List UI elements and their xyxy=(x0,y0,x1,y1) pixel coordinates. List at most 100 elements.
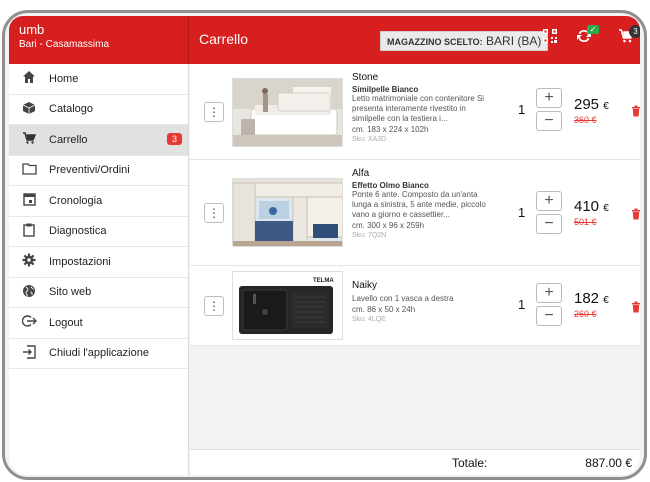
top-bar: Carrello MAGAZZINO SCELTO: BARI (BA) ✓ 3 xyxy=(189,16,640,64)
sidebar-item-chiudi[interactable]: Chiudi l'applicazione xyxy=(9,339,188,369)
product-image-wardrobe xyxy=(232,178,343,247)
quantity-increase-button[interactable]: + xyxy=(536,191,562,211)
sidebar-item-sito-web[interactable]: Sito web xyxy=(9,278,188,308)
sidebar-item-diagnostica[interactable]: Diagnostica xyxy=(9,217,188,247)
quantity-value: 1 xyxy=(518,205,526,220)
sidebar-item-carrello[interactable]: Carrello 3 xyxy=(9,125,188,156)
item-price: 410 € 501 € xyxy=(574,198,620,227)
gear-icon xyxy=(9,253,49,270)
sidebar-item-label: Diagnostica xyxy=(49,225,107,238)
product-dimensions: cm. 300 x 96 x 259h xyxy=(352,221,425,230)
globe-icon xyxy=(9,284,49,301)
price-currency: € xyxy=(603,101,609,112)
quantity-value: 1 xyxy=(518,297,526,312)
product-description: Lavello con 1 vasca a destra xyxy=(352,294,454,303)
sidebar-item-label: Preventivi/Ordini xyxy=(49,164,130,177)
quantity-increase-button[interactable]: + xyxy=(536,283,562,303)
product-dimensions: cm. 86 x 50 x 24h xyxy=(352,305,416,314)
product-description: Ponte 6 ante. Composto da un'anta lunga … xyxy=(352,190,486,219)
page-title: Carrello xyxy=(199,31,249,47)
total-value: 887.00 € xyxy=(585,456,632,470)
sidebar: Home Catalogo Carrello 3 Preventivi/Ordi… xyxy=(9,64,189,475)
trash-icon[interactable] xyxy=(631,104,640,117)
product-image-sink: TELMA xyxy=(232,271,343,340)
sidebar-item-label: Logout xyxy=(49,316,83,329)
app-screen: umb Bari - Casamassima Carrello MAGAZZIN… xyxy=(9,16,640,475)
cube-icon xyxy=(9,101,49,118)
tablet-frame: umb Bari - Casamassima Carrello MAGAZZIN… xyxy=(2,10,647,480)
sidebar-item-cronologia[interactable]: Cronologia xyxy=(9,186,188,217)
cart-panel: ⋮ Stone Similpelle Bianco Letto matrimon… xyxy=(190,64,640,449)
total-label: Totale: xyxy=(452,456,488,470)
item-menu-button[interactable]: ⋮ xyxy=(204,102,224,122)
product-name: Stone xyxy=(352,72,379,83)
product-description: Letto matrimoniale con contenitore Si pr… xyxy=(352,94,485,123)
old-price: 360 € xyxy=(574,115,597,125)
sidebar-item-label: Cronologia xyxy=(49,194,103,207)
product-image-bed xyxy=(232,78,343,147)
user-header: umb Bari - Casamassima xyxy=(9,16,189,64)
sidebar-item-label: Chiudi l'applicazione xyxy=(49,347,149,360)
product-info: Alfa Effetto Olmo Bianco Ponte 6 ante. C… xyxy=(352,168,492,239)
cart-icon xyxy=(9,131,49,148)
cart-count-badge: 3 xyxy=(166,133,182,145)
qr-code-icon[interactable] xyxy=(539,28,561,50)
cart-item-alfa: ⋮ Alfa Effetto Olmo Bianco Ponte 6 ante.… xyxy=(190,160,640,266)
sidebar-item-home[interactable]: Home xyxy=(9,64,188,95)
item-price: 295 € 360 € xyxy=(574,96,620,125)
product-finish: Effetto Olmo Bianco xyxy=(352,181,429,190)
quantity-value: 1 xyxy=(518,102,526,117)
sidebar-item-impostazioni[interactable]: Impostazioni xyxy=(9,247,188,278)
cart-total-bar: Totale: 887.00 € xyxy=(190,449,640,475)
quantity-decrease-button[interactable]: − xyxy=(536,306,562,326)
current-price: 295 € xyxy=(574,96,620,113)
quantity-decrease-button[interactable]: − xyxy=(536,214,562,234)
quantity-stepper: + − xyxy=(536,88,562,134)
cart-count-badge: 3 xyxy=(629,25,640,38)
sidebar-item-label: Catalogo xyxy=(49,103,94,116)
quantity-stepper: + − xyxy=(536,191,562,237)
cart-list: ⋮ Stone Similpelle Bianco Letto matrimon… xyxy=(190,64,640,346)
product-sku: Sku: 4LQE xyxy=(352,316,386,323)
current-price: 410 € xyxy=(574,198,620,215)
clipboard-icon xyxy=(9,223,49,240)
old-price: 501 € xyxy=(574,217,597,227)
user-name: umb xyxy=(19,22,45,37)
product-info: Naiky Lavello con 1 vasca a destra cm. 8… xyxy=(352,280,492,323)
exit-icon xyxy=(9,345,49,362)
product-sku: Sku: XA3D xyxy=(352,136,387,143)
quantity-increase-button[interactable]: + xyxy=(536,88,562,108)
calendar-icon xyxy=(9,192,49,209)
item-menu-button[interactable]: ⋮ xyxy=(204,296,224,316)
quantity-decrease-button[interactable]: − xyxy=(536,111,562,131)
price-amount: 410 xyxy=(574,198,600,215)
sidebar-item-label: Impostazioni xyxy=(49,255,111,268)
trash-icon[interactable] xyxy=(631,300,640,313)
price-amount: 295 xyxy=(574,96,600,113)
product-sku: Sku: 7Q2N xyxy=(352,232,387,239)
price-currency: € xyxy=(603,203,609,214)
trash-icon[interactable] xyxy=(631,207,640,220)
item-menu-button[interactable]: ⋮ xyxy=(204,203,224,223)
sidebar-item-label: Carrello xyxy=(49,133,88,146)
cart-item-naiky: ⋮ TELMA Naiky Lavello con 1 vasca a dest… xyxy=(190,266,640,346)
product-finish: Similpelle Bianco xyxy=(352,85,419,94)
sidebar-item-preventivi[interactable]: Preventivi/Ordini xyxy=(9,156,188,186)
item-price: 182 € 260 € xyxy=(574,290,620,319)
warehouse-value: BARI (BA) xyxy=(486,34,542,48)
sidebar-item-label: Sito web xyxy=(49,286,92,299)
old-price: 260 € xyxy=(574,309,597,319)
warehouse-label: MAGAZZINO SCELTO: xyxy=(387,37,483,47)
sync-ok-badge: ✓ xyxy=(587,25,599,34)
sidebar-item-catalogo[interactable]: Catalogo xyxy=(9,95,188,125)
sidebar-item-label: Home xyxy=(49,72,79,85)
user-location: Bari - Casamassima xyxy=(19,39,110,50)
folder-icon xyxy=(9,162,49,178)
product-name: Alfa xyxy=(352,168,370,179)
warehouse-selector[interactable]: MAGAZZINO SCELTO: BARI (BA) xyxy=(380,31,549,51)
product-info: Stone Similpelle Bianco Letto matrimonia… xyxy=(352,72,492,143)
price-amount: 182 xyxy=(574,290,600,307)
home-icon xyxy=(9,70,49,87)
sidebar-item-logout[interactable]: Logout xyxy=(9,308,188,339)
sink-brand-logo: TELMA xyxy=(313,278,334,284)
